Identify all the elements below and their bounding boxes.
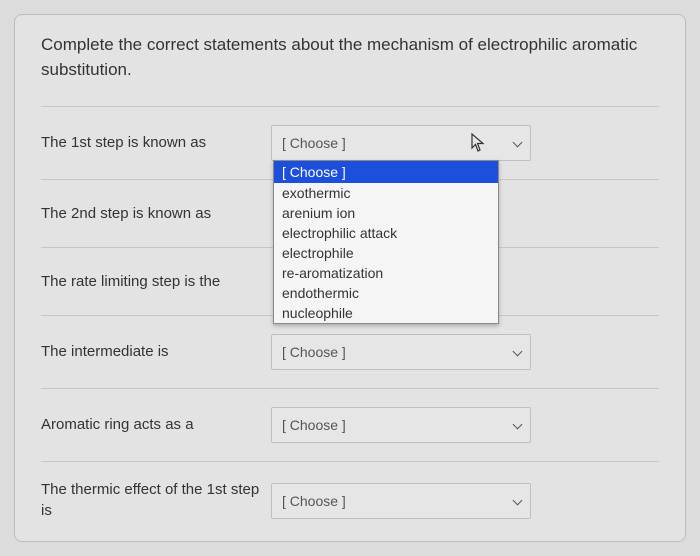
dropdown-option[interactable]: exothermic <box>274 183 498 203</box>
choice-select-6[interactable]: [ Choose ] <box>271 483 531 519</box>
statement-label: The 1st step is known as <box>41 133 271 153</box>
chevron-down-icon <box>512 496 522 506</box>
statement-row: The thermic effect of the 1st step is [ … <box>41 461 659 539</box>
statement-row: Aromatic ring acts as a [ Choose ] <box>41 388 659 461</box>
statement-label: The intermediate is <box>41 342 271 362</box>
chevron-down-icon <box>512 138 522 148</box>
statement-row: The intermediate is [ Choose ] <box>41 315 659 388</box>
choice-select-4[interactable]: [ Choose ] <box>271 334 531 370</box>
chevron-down-icon <box>512 347 522 357</box>
dropdown-option[interactable]: electrophilic attack <box>274 223 498 243</box>
choice-select-1[interactable]: [ Choose ] <box>271 125 531 161</box>
statement-label: The 2nd step is known as <box>41 204 271 224</box>
dropdown-menu: [ Choose ] exothermic arenium ion electr… <box>273 160 499 324</box>
select-value: [ Choose ] <box>282 135 346 151</box>
dropdown-option[interactable]: electrophile <box>274 243 498 263</box>
chevron-down-icon <box>512 420 522 430</box>
question-prompt: Complete the correct statements about th… <box>41 33 659 82</box>
dropdown-option[interactable]: re-aromatization <box>274 263 498 283</box>
statement-label: The thermic effect of the 1st step is <box>41 480 271 521</box>
dropdown-placeholder[interactable]: [ Choose ] <box>274 161 498 183</box>
statement-label: Aromatic ring acts as a <box>41 415 271 435</box>
dropdown-option[interactable]: endothermic <box>274 283 498 303</box>
dropdown-option[interactable]: nucleophile <box>274 303 498 323</box>
select-value: [ Choose ] <box>282 493 346 509</box>
dropdown-option[interactable]: arenium ion <box>274 203 498 223</box>
choice-select-5[interactable]: [ Choose ] <box>271 407 531 443</box>
question-card: Complete the correct statements about th… <box>14 14 686 542</box>
select-value: [ Choose ] <box>282 344 346 360</box>
statement-label: The rate limiting step is the <box>41 272 271 292</box>
select-value: [ Choose ] <box>282 417 346 433</box>
